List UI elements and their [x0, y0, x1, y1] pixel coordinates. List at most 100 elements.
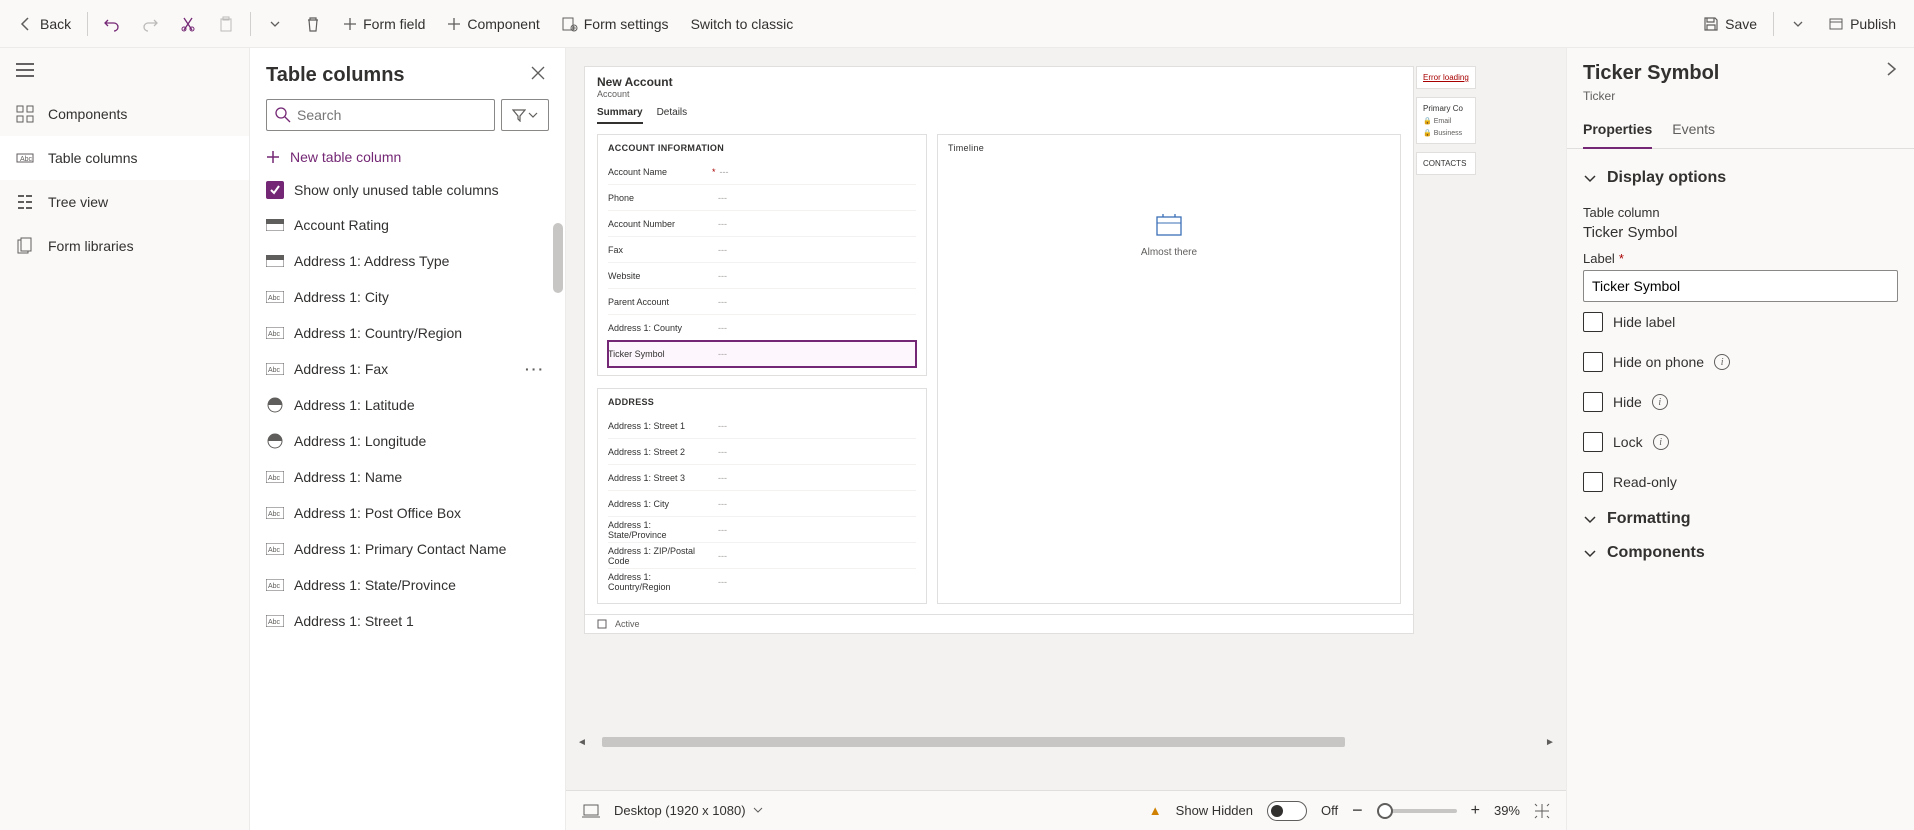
paste-chevron-button[interactable] [257, 6, 293, 42]
zoom-out-button[interactable]: − [1352, 800, 1363, 821]
form-field[interactable]: Website--- [608, 263, 916, 289]
form-field[interactable]: Account Name*--- [608, 159, 916, 185]
paste-button[interactable] [208, 6, 244, 42]
hide-label-option[interactable]: Hide label [1583, 302, 1898, 342]
section-formatting[interactable]: Formatting [1583, 502, 1898, 536]
switch-classic-button[interactable]: Switch to classic [681, 6, 804, 42]
checkbox[interactable] [1583, 312, 1603, 332]
hide-option[interactable]: Hide i [1583, 382, 1898, 422]
lock-option[interactable]: Lock i [1583, 422, 1898, 462]
nav-item-tree-view[interactable]: Tree view [0, 180, 249, 224]
chevron-down-icon [1792, 18, 1804, 30]
search-input-wrapper[interactable] [266, 99, 495, 131]
checkbox[interactable] [1583, 472, 1603, 492]
form-field[interactable]: Address 1: Street 3--- [608, 465, 916, 491]
info-icon[interactable]: i [1714, 354, 1730, 370]
column-item[interactable]: AbcAddress 1: Fax··· [250, 351, 565, 387]
zoom-slider-thumb[interactable] [1377, 803, 1393, 819]
cut-button[interactable] [170, 6, 206, 42]
add-form-field-button[interactable]: Form field [333, 6, 435, 42]
scrollbar-thumb[interactable] [553, 223, 563, 293]
column-item[interactable]: AbcAddress 1: Country/Region [250, 315, 565, 351]
delete-button[interactable] [295, 6, 331, 42]
side-card-primary-contact[interactable]: Primary Co 🔒Email 🔒Business [1416, 97, 1476, 144]
nav-hamburger-button[interactable] [0, 48, 249, 92]
column-item[interactable]: AbcAddress 1: City [250, 279, 565, 315]
publish-button[interactable]: Publish [1818, 6, 1906, 42]
tab-properties[interactable]: Properties [1583, 111, 1652, 149]
info-icon[interactable]: i [1652, 394, 1668, 410]
checkbox[interactable] [1583, 392, 1603, 412]
scroll-right-arrow[interactable]: ► [1542, 737, 1558, 748]
new-table-column-button[interactable]: New table column [250, 141, 565, 173]
section-address[interactable]: ADDRESS Address 1: Street 1---Address 1:… [597, 388, 927, 604]
save-button[interactable]: Save [1693, 6, 1767, 42]
more-button[interactable]: ··· [521, 361, 549, 377]
info-icon[interactable]: i [1653, 434, 1669, 450]
form-field[interactable]: Fax--- [608, 237, 916, 263]
form-settings-button[interactable]: Form settings [552, 6, 679, 42]
form-field[interactable]: Address 1: State/Province--- [608, 517, 916, 543]
checkbox-checked[interactable] [266, 181, 284, 199]
nav-item-form-libraries[interactable]: Form libraries [0, 224, 249, 268]
column-item[interactable]: Address 1: Address Type [250, 243, 565, 279]
section-components[interactable]: Components [1583, 536, 1898, 570]
form-tab-summary[interactable]: Summary [597, 107, 643, 124]
label-input[interactable] [1583, 270, 1898, 302]
zoom-slider[interactable] [1377, 809, 1457, 813]
canvas-hscroll[interactable]: ◄ ► [574, 734, 1558, 750]
form-field[interactable]: Parent Account--- [608, 289, 916, 315]
column-item[interactable]: AbcAddress 1: Primary Contact Name [250, 531, 565, 567]
filter-button[interactable] [501, 99, 549, 131]
read-only-option[interactable]: Read-only [1583, 462, 1898, 502]
column-item[interactable]: AbcAddress 1: Street 1 [250, 603, 565, 639]
separator [1773, 12, 1774, 36]
side-card-error[interactable]: Error loading [1416, 66, 1476, 89]
form-field[interactable]: Ticker Symbol--- [608, 341, 916, 367]
properties-panel: Ticker Symbol Ticker Properties Events D… [1566, 48, 1914, 830]
section-account-info[interactable]: ACCOUNT INFORMATION Account Name*---Phon… [597, 134, 927, 376]
checkbox[interactable] [1583, 352, 1603, 372]
canvas-viewport[interactable]: New Account Account Summary Details ACCO… [566, 48, 1566, 790]
section-timeline[interactable]: Timeline Almost there [937, 134, 1401, 604]
show-unused-checkbox-row[interactable]: Show only unused table columns [250, 173, 565, 207]
scroll-left-arrow[interactable]: ◄ [574, 737, 590, 748]
hscroll-thumb[interactable] [602, 737, 1345, 747]
search-input[interactable] [297, 107, 486, 123]
undo-button[interactable] [94, 6, 130, 42]
hide-on-phone-option[interactable]: Hide on phone i [1583, 342, 1898, 382]
nav-item-components[interactable]: Components [0, 92, 249, 136]
form-field[interactable]: Address 1: ZIP/Postal Code--- [608, 543, 916, 569]
column-item[interactable]: AbcAddress 1: Post Office Box [250, 495, 565, 531]
chevron-right-icon[interactable] [1884, 62, 1898, 76]
status-icon [597, 619, 607, 629]
checkbox[interactable] [1583, 432, 1603, 452]
column-item[interactable]: AbcAddress 1: Name [250, 459, 565, 495]
column-item[interactable]: AbcAddress 1: State/Province [250, 567, 565, 603]
back-button[interactable]: Back [8, 6, 81, 42]
form-field[interactable]: Account Number--- [608, 211, 916, 237]
column-item[interactable]: Address 1: Latitude [250, 387, 565, 423]
form-field[interactable]: Phone--- [608, 185, 916, 211]
show-hidden-toggle[interactable] [1267, 801, 1307, 821]
form-field[interactable]: Address 1: Street 2--- [608, 439, 916, 465]
form-field[interactable]: Address 1: Country/Region--- [608, 569, 916, 595]
form-field[interactable]: Address 1: County--- [608, 315, 916, 341]
add-component-button[interactable]: Component [437, 6, 549, 42]
tab-events[interactable]: Events [1672, 111, 1715, 148]
nav-item-table-columns[interactable]: Abc Table columns [0, 136, 249, 180]
panel-close-button[interactable] [527, 62, 549, 89]
section-display-options[interactable]: Display options [1583, 159, 1898, 197]
column-item[interactable]: Account Rating [250, 207, 565, 243]
form-field[interactable]: Address 1: City--- [608, 491, 916, 517]
save-chevron-button[interactable] [1780, 6, 1816, 42]
form-tab-details[interactable]: Details [657, 107, 688, 124]
device-selector[interactable]: Desktop (1920 x 1080) [614, 803, 763, 818]
form-preview[interactable]: New Account Account Summary Details ACCO… [584, 66, 1414, 634]
zoom-in-button[interactable]: + [1471, 802, 1480, 820]
column-item[interactable]: Address 1: Longitude [250, 423, 565, 459]
form-field[interactable]: Address 1: Street 1--- [608, 413, 916, 439]
side-card-contacts[interactable]: CONTACTS [1416, 152, 1476, 175]
redo-button[interactable] [132, 6, 168, 42]
field-label: Website [608, 271, 708, 281]
